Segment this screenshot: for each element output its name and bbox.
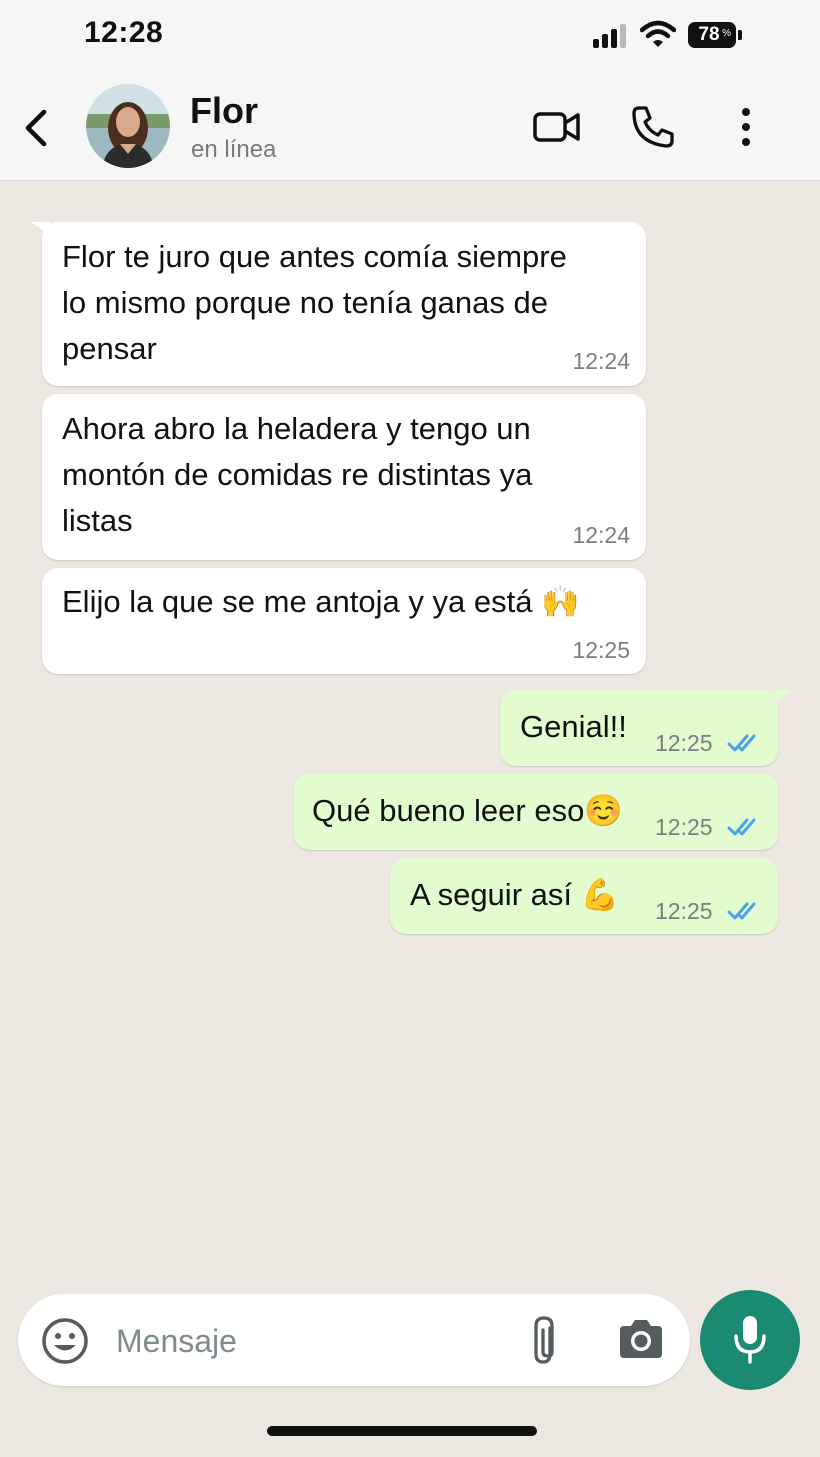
emoji-icon[interactable] (40, 1316, 90, 1366)
message-text: Qué bueno leer eso☺️ (312, 793, 623, 828)
message-time: 12:24 (572, 522, 630, 548)
more-options-icon[interactable] (736, 104, 756, 150)
outgoing-message[interactable]: A seguir así 💪 12:25 (390, 858, 778, 934)
message-text: Flor te juro que antes comía siempre lo … (62, 239, 567, 366)
bubble-tail (772, 690, 794, 710)
read-receipt-icon (727, 902, 756, 920)
wifi-icon (640, 20, 676, 47)
contact-avatar[interactable] (86, 84, 170, 168)
attach-icon[interactable] (528, 1314, 564, 1368)
microphone-icon (734, 1316, 766, 1364)
contact-name[interactable]: Flor (190, 90, 258, 132)
status-bar: 12:28 78 % (0, 0, 820, 74)
read-receipt-icon (727, 818, 756, 836)
incoming-message[interactable]: Elijo la que se me antoja y ya está 🙌 12… (42, 568, 646, 674)
outgoing-message[interactable]: Qué bueno leer eso☺️ 12:25 (294, 774, 778, 850)
back-chevron-icon[interactable] (18, 104, 58, 152)
home-indicator[interactable] (267, 1426, 537, 1436)
message-text: Ahora abro la heladera y tengo un montón… (62, 411, 533, 538)
read-receipt-icon (727, 734, 756, 752)
message-time: 12:25 (655, 814, 713, 840)
message-composer (18, 1294, 690, 1386)
message-time: 12:25 (655, 898, 713, 924)
video-call-icon[interactable] (532, 104, 582, 150)
battery-percent-sign: % (722, 28, 731, 39)
cellular-signal-icon (593, 24, 629, 48)
chat-header: Flor en línea (0, 74, 820, 181)
message-time: 12:25 (572, 637, 630, 663)
message-text: Genial!! (520, 709, 627, 744)
message-text: Elijo la que se me antoja y ya está 🙌 (62, 584, 580, 619)
message-input[interactable] (114, 1318, 498, 1364)
status-time: 12:28 (84, 16, 164, 49)
chat-screen: 12:28 78 % Flor en línea Flor te juro qu… (0, 0, 820, 1457)
battery-icon: 78 % (688, 22, 736, 48)
camera-icon[interactable] (616, 1316, 666, 1362)
outgoing-message[interactable]: Genial!! 12:25 (500, 690, 778, 766)
contact-status: en línea (191, 136, 277, 163)
incoming-message[interactable]: Ahora abro la heladera y tengo un montón… (42, 394, 646, 560)
phone-call-icon[interactable] (630, 104, 676, 150)
bubble-tail (30, 222, 50, 242)
incoming-message[interactable]: Flor te juro que antes comía siempre lo … (42, 222, 646, 386)
message-time: 12:25 (655, 730, 713, 756)
message-text: A seguir así 💪 (410, 877, 620, 912)
message-time: 12:24 (572, 348, 630, 374)
battery-tip (738, 30, 742, 40)
microphone-button[interactable] (700, 1290, 800, 1390)
